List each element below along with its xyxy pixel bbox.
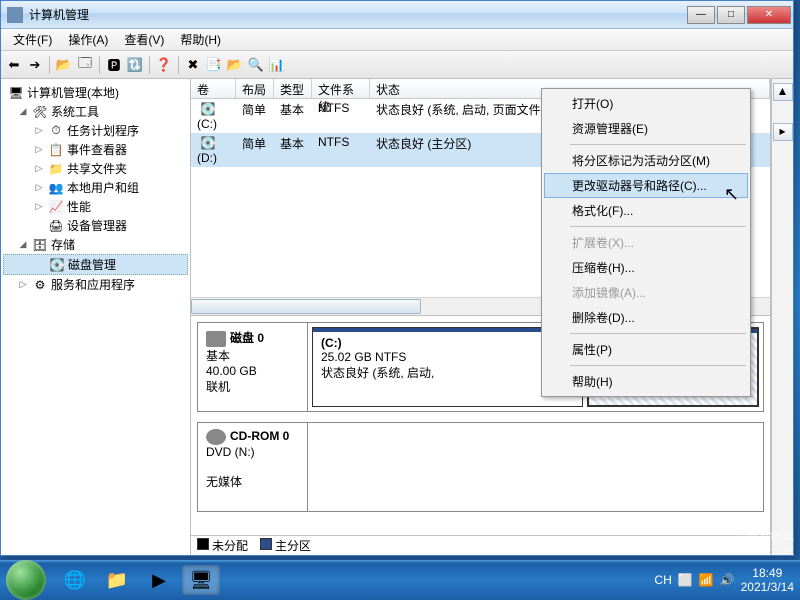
strip-more-button[interactable]: ▸ [773, 123, 793, 141]
back-icon[interactable]: ⬅ [5, 56, 23, 74]
event-icon: 📋 [48, 142, 64, 158]
toolbar: ⬅ ➔ 📂 🗔 🅿 🔃 ❓ ✖ 📑 📂 🔍 📊 [1, 51, 793, 79]
tree-services[interactable]: ▷⚙服务和应用程序 [3, 275, 188, 294]
window-title: 计算机管理 [29, 6, 687, 23]
task-media-icon[interactable]: ▶ [140, 565, 178, 595]
tree-eventviewer[interactable]: ▷📋事件查看器 [3, 140, 188, 159]
delete-icon[interactable]: ✖ [184, 56, 202, 74]
tree-shared[interactable]: ▷📁共享文件夹 [3, 159, 188, 178]
clock-time[interactable]: 18:49 [752, 566, 782, 580]
taskbar[interactable]: 🌐 📁 ▶ 🖥 CH ⬜ 📶 🔊 18:49 2021/3/14 [0, 560, 800, 600]
col-type[interactable]: 类型 [274, 79, 312, 98]
maximize-button[interactable]: □ [717, 6, 745, 24]
actions-strip: ▲ ▸ [771, 79, 793, 555]
legend-primary-swatch [260, 538, 272, 550]
ctx-mark-active[interactable]: 将分区标记为活动分区(M) [544, 148, 748, 173]
cdrom-icon [206, 429, 226, 445]
disk-hw-icon [206, 331, 226, 347]
volume-icon: 💽 [200, 101, 216, 117]
tree-root[interactable]: 🖥计算机管理(本地) [3, 83, 188, 102]
ctx-extend: 扩展卷(X)... [544, 230, 748, 255]
col-layout[interactable]: 布局 [236, 79, 274, 98]
col-volume[interactable]: 卷 [191, 79, 236, 98]
close-button[interactable]: ✕ [747, 6, 791, 24]
menu-file[interactable]: 文件(F) [5, 29, 60, 50]
ctx-shrink[interactable]: 压缩卷(H)... [544, 255, 748, 280]
users-icon: 👥 [48, 180, 64, 196]
ctx-change-drive-letter[interactable]: 更改驱动器号和路径(C)... [544, 173, 748, 198]
ctx-delete[interactable]: 删除卷(D)... [544, 305, 748, 330]
computer-icon: 🖥 [8, 85, 24, 101]
clock-date[interactable]: 2021/3/14 [741, 580, 794, 594]
tree-systools[interactable]: ◢🛠系统工具 [3, 102, 188, 121]
volume-icon: 💽 [200, 135, 216, 151]
tray-volume-icon[interactable]: 🔊 [720, 573, 735, 587]
strip-up-button[interactable]: ▲ [773, 83, 793, 101]
tree-tasksched[interactable]: ▷⏱任务计划程序 [3, 121, 188, 140]
task-explorer-icon[interactable]: 📁 [98, 565, 136, 595]
up-icon[interactable]: 📂 [55, 56, 73, 74]
show-hide-icon[interactable]: 🗔 [76, 56, 94, 74]
tree-diskmgmt[interactable]: 💽磁盘管理 [3, 254, 188, 275]
ctx-mirror: 添加镜像(A)... [544, 280, 748, 305]
col-filesystem[interactable]: 文件系统 [312, 79, 370, 98]
menubar: 文件(F) 操作(A) 查看(V) 帮助(H) [1, 29, 793, 51]
ime-indicator[interactable]: CH [654, 573, 671, 587]
storage-icon: 🗄 [32, 237, 48, 253]
ctx-help[interactable]: 帮助(H) [544, 369, 748, 394]
tree-users[interactable]: ▷👥本地用户和组 [3, 178, 188, 197]
device-icon: 🖨 [48, 218, 64, 234]
legend: 未分配 主分区 [191, 535, 770, 555]
system-tray[interactable]: CH ⬜ 📶 🔊 18:49 2021/3/14 [654, 566, 794, 594]
ctx-properties[interactable]: 属性(P) [544, 337, 748, 362]
tree-perf[interactable]: ▷📈性能 [3, 197, 188, 216]
tray-network-icon[interactable]: 📶 [699, 573, 714, 587]
legend-unalloc-swatch [197, 538, 209, 550]
ctx-explorer[interactable]: 资源管理器(E) [544, 116, 748, 141]
perf-icon: 📈 [48, 199, 64, 215]
forward-icon[interactable]: ➔ [26, 56, 44, 74]
ctx-open[interactable]: 打开(O) [544, 91, 748, 116]
disk-icon: 💽 [49, 257, 65, 273]
properties-icon[interactable]: 🅿 [105, 56, 123, 74]
action4-icon[interactable]: 📊 [268, 56, 286, 74]
tree-storage[interactable]: ◢🗄存储 [3, 235, 188, 254]
menu-view[interactable]: 查看(V) [116, 29, 172, 50]
menu-action[interactable]: 操作(A) [60, 29, 116, 50]
start-button[interactable] [6, 560, 46, 600]
menu-help[interactable]: 帮助(H) [172, 29, 229, 50]
minimize-button[interactable]: — [687, 6, 715, 24]
action2-icon[interactable]: 📂 [226, 56, 244, 74]
nav-tree[interactable]: 🖥计算机管理(本地) ◢🛠系统工具 ▷⏱任务计划程序 ▷📋事件查看器 ▷📁共享文… [1, 79, 191, 555]
scrollbar-thumb[interactable] [191, 299, 421, 314]
refresh-icon[interactable]: 🔃 [126, 56, 144, 74]
task-ie-icon[interactable]: 🌐 [56, 565, 94, 595]
ctx-format[interactable]: 格式化(F)... [544, 198, 748, 223]
action1-icon[interactable]: 📑 [205, 56, 223, 74]
cdrom-block: CD-ROM 0 DVD (N:) 无媒体 [197, 422, 764, 512]
help-icon[interactable]: ❓ [155, 56, 173, 74]
cdrom-info[interactable]: CD-ROM 0 DVD (N:) 无媒体 [198, 423, 308, 511]
disk0-info[interactable]: 磁盘 0 基本 40.00 GB 联机 [198, 323, 308, 411]
tools-icon: 🛠 [32, 104, 48, 120]
titlebar[interactable]: 计算机管理 — □ ✕ [1, 1, 793, 29]
services-icon: ⚙ [32, 277, 48, 293]
app-icon [7, 7, 23, 23]
task-icon: ⏱ [48, 123, 64, 139]
context-menu: 打开(O) 资源管理器(E) 将分区标记为活动分区(M) 更改驱动器号和路径(C… [541, 88, 751, 397]
task-compmgmt-icon[interactable]: 🖥 [182, 565, 220, 595]
tree-devmgr[interactable]: 🖨设备管理器 [3, 216, 188, 235]
tray-flag-icon[interactable]: ⬜ [678, 573, 693, 587]
folder-icon: 📁 [48, 161, 64, 177]
action3-icon[interactable]: 🔍 [247, 56, 265, 74]
